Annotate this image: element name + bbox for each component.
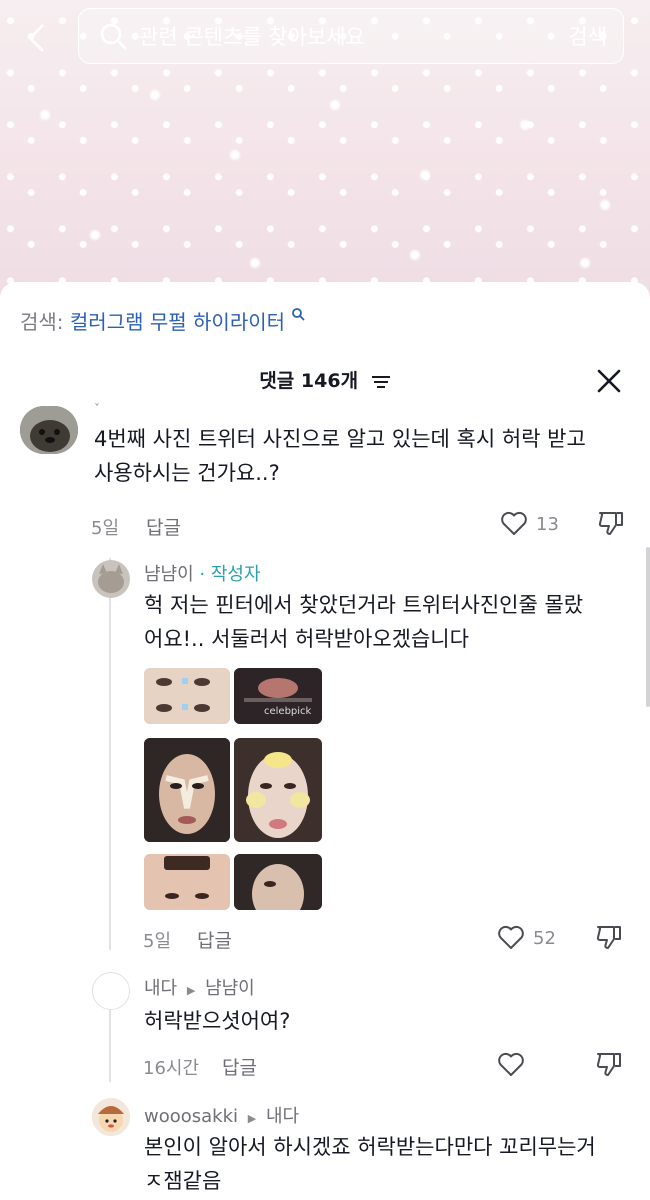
comment-text-line: 사용하시는 건가요..? [94,461,280,485]
thread-line [109,558,111,950]
reply-to-username[interactable]: 냠냠이 [205,978,255,999]
close-button[interactable] [596,368,622,394]
expand-chevron[interactable]: ˇ [94,402,100,416]
image-thumbnail[interactable]: celebpick [234,668,322,724]
character-avatar-image [92,1098,130,1136]
username-text[interactable]: 내다 [144,978,177,999]
search-suggestion-keyword[interactable]: 컬러그램 무펄 하이라이터 [70,310,285,334]
cat-avatar-image [92,560,130,598]
image-watermark: celebpick [264,706,312,717]
comment-time: 5일 [91,518,120,539]
heart-icon[interactable] [500,510,528,536]
comment-text-line: 4번째 사진 트위터 사진으로 알고 있는데 혹시 허락 받고 [94,427,586,451]
search-suggestion[interactable]: 검색: 컬러그램 무펄 하이라이터 [20,306,305,335]
author-badge: · 작성자 [199,564,261,585]
reply-arrow-icon: ▶ [247,1112,257,1125]
contour-face-photo [144,738,230,842]
comment-count-title: 댓글 146개 [259,370,359,392]
search-button[interactable]: 검색 [568,21,607,51]
comment-username[interactable]: 내다 ▶ 냠냠이 [144,974,255,1000]
thumbs-down-icon[interactable] [594,1049,624,1079]
chevron-left-icon [28,24,44,52]
back-button[interactable] [22,22,50,54]
reply-button[interactable]: 답글 [222,1053,257,1080]
comment-text: 본인이 알아서 하시겠죠 허락받는다만다 꼬리무는거 ㅈ잼같음 [144,1130,596,1198]
search-suggestion-label: 검색: [20,310,64,334]
sort-icon[interactable] [371,375,391,389]
comment-time: 5일 [143,931,172,952]
round-face-photo [144,854,230,910]
comments-header: 댓글 146개 [0,366,650,393]
comment-text-line: 어요!.. 서둘러서 허락받아오겠습니다 [144,627,469,651]
image-thumbnail[interactable] [234,854,322,910]
thumbs-down-icon[interactable] [594,922,624,952]
comment-text-line: ㅈ잼같음 [144,1169,222,1193]
heart-icon[interactable] [497,924,525,950]
like-count: 52 [533,928,556,949]
reply-to-username[interactable]: 내다 [266,1106,299,1127]
avatar[interactable] [92,972,130,1010]
search-bar[interactable]: 관련 콘텐츠를 찾아보세요 검색 [78,8,624,64]
image-thumbnail[interactable] [144,738,230,842]
search-icon [292,308,305,321]
image-thumbnail[interactable] [144,854,230,910]
eyes-photo [144,668,230,724]
side-face-photo [234,854,322,910]
reply-button[interactable]: 답글 [197,926,232,953]
comment-text: 4번째 사진 트위터 사진으로 알고 있는데 혹시 허락 받고 사용하시는 건가… [94,422,586,490]
heart-icon[interactable] [497,1051,525,1077]
avatar[interactable] [92,1098,130,1136]
like-count: 13 [536,514,559,535]
comments-sheet: 검색: 컬러그램 무펄 하이라이터 댓글 146개 ˇ 4번째 사진 트위터 사… [0,282,650,1200]
close-icon [597,369,621,393]
username-text[interactable]: 냠냠이 [144,564,194,585]
comment-text: 허락받으셧어여? [144,1009,291,1033]
otter-avatar-image [20,406,78,454]
scrollbar[interactable] [646,547,650,707]
username-text[interactable]: wooosakki [144,1106,238,1127]
comment-text: 헉 저는 핀터에서 찾았던거라 트위터사진인줄 몰랐 어요!.. 서둘러서 허락… [144,588,583,656]
comment-text-line: 헉 저는 핀터에서 찾았던거라 트위터사진인줄 몰랐 [144,593,584,617]
comment-username[interactable]: 냠냠이 · 작성자 [144,560,261,586]
avatar[interactable] [20,406,78,454]
comment-text-line: 본인이 알아서 하시겠죠 허락받는다만다 꼬리무는거 [144,1135,596,1159]
reply-button[interactable]: 답글 [146,513,181,540]
image-thumbnail[interactable] [234,738,322,842]
image-thumbnail[interactable] [144,668,230,724]
reply-arrow-icon: ▶ [186,984,196,997]
highlight-face-photo [234,738,322,842]
search-input[interactable]: 관련 콘텐츠를 찾아보세요 [139,21,568,51]
comment-username[interactable]: wooosakki ▶ 내다 [144,1102,299,1128]
search-icon [100,23,127,50]
comment-time: 16시간 [143,1058,200,1079]
thumbs-down-icon[interactable] [596,508,626,538]
avatar[interactable] [92,560,130,598]
